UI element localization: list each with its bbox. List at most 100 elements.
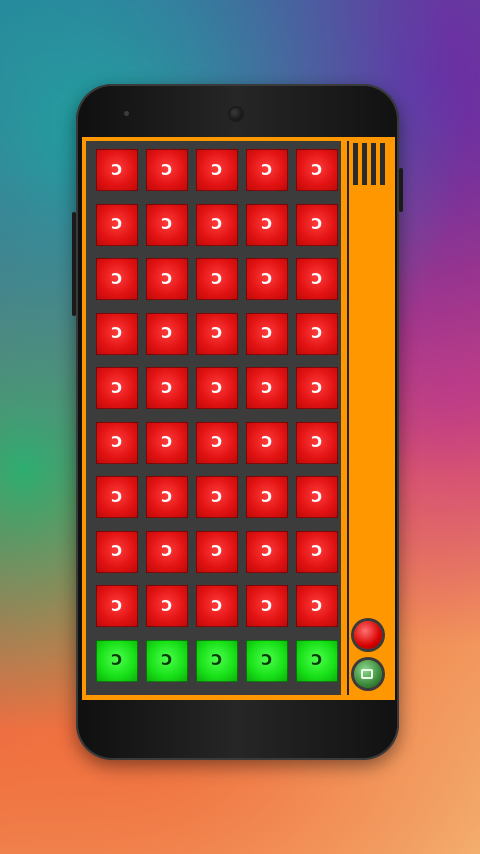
pad-label: C [311,596,323,615]
pad-button[interactable]: C [196,585,238,627]
pad-button[interactable]: C [146,367,188,409]
pad-button[interactable]: C [96,203,138,246]
pad-button[interactable]: C [246,585,288,627]
app-screen: C C C C C C C C C C C C C C C C C C C C C C C C C C C C C C C C C C C C C C C C… [82,137,395,700]
pad-label: C [311,269,323,288]
pad-label: C [111,324,123,342]
pad-button[interactable]: C [146,312,188,355]
pad-button[interactable]: C [196,312,238,355]
pad-label: C [261,487,273,506]
record-button[interactable] [354,621,382,649]
pad-button[interactable]: C [146,421,188,464]
pad-label: C [161,215,173,233]
pad-label: C [211,160,223,179]
power-button [399,168,403,212]
pad-button[interactable]: C [96,639,138,682]
pad-label: C [111,487,123,506]
pad-button[interactable]: C [96,585,138,627]
pad-label: C [161,433,173,451]
pad-button[interactable]: C [296,312,338,355]
pad-button[interactable]: C [96,312,138,355]
pad-button[interactable]: C [196,149,238,191]
pad-label: C [161,324,173,342]
pad-label: C [211,324,223,342]
pad-label: C [161,269,173,288]
pad-button[interactable]: C [146,258,188,300]
pad-label: C [261,651,273,669]
pad-label: C [111,651,123,669]
pad-button[interactable]: C [196,367,238,409]
pad-label: C [261,160,273,179]
pad-button[interactable]: C [96,421,138,464]
pad-button[interactable]: C [146,585,188,627]
pad-button[interactable]: C [196,258,238,300]
pad-label: C [261,269,273,288]
pad-label: C [111,433,123,451]
pad-button[interactable]: C [96,258,138,300]
volume-button [72,212,76,316]
pad-button[interactable]: C [146,149,188,191]
pad-label: C [211,542,223,560]
pad-label: C [261,542,273,560]
pad-button[interactable]: C [246,367,288,409]
pad-button[interactable]: C [96,367,138,409]
pad-label: C [211,651,223,669]
pad-button[interactable]: C [196,639,238,682]
pad-button[interactable]: C [96,476,138,518]
menu-bars-icon[interactable] [353,143,385,185]
pad-button[interactable]: C [196,530,238,573]
pad-label: C [211,269,223,288]
pad-grid: C C C C C C C C C C C C C C C C C C C C C C C C C C C C C C C C C C C C C C C C… [86,141,341,695]
pad-button[interactable]: C [246,149,288,191]
play-button[interactable] [354,660,382,688]
pad-button[interactable]: C [96,149,138,191]
pad-button[interactable]: C [296,639,338,682]
pad-button[interactable]: C [96,530,138,573]
pad-label: C [161,160,173,179]
pad-button[interactable]: C [196,203,238,246]
pad-button[interactable]: C [146,476,188,518]
pad-label: C [261,215,273,233]
pad-button[interactable]: C [196,476,238,518]
pad-label: C [211,433,223,451]
pad-label: C [111,269,123,288]
pad-label: C [111,215,123,233]
pad-label: C [211,378,223,397]
pad-label: C [311,215,323,233]
pad-label: C [311,160,323,179]
pad-button[interactable]: C [246,312,288,355]
pad-label: C [261,433,273,451]
pad-label: C [111,596,123,615]
pad-button[interactable]: C [246,258,288,300]
pad-button[interactable]: C [296,149,338,191]
pad-button[interactable]: C [146,639,188,682]
pad-button[interactable]: C [246,476,288,518]
pad-label: C [111,160,123,179]
pad-button[interactable]: C [296,203,338,246]
pad-label: C [161,487,173,506]
pad-label: C [161,596,173,615]
pad-label: C [111,542,123,560]
pad-button[interactable]: C [246,203,288,246]
pad-button[interactable]: C [296,530,338,573]
pad-button[interactable]: C [246,421,288,464]
pad-label: C [211,215,223,233]
pad-button[interactable]: C [296,476,338,518]
pad-button[interactable]: C [296,421,338,464]
pad-label: C [311,433,323,451]
pad-button[interactable]: C [296,585,338,627]
play-icon [361,669,373,679]
pad-label: C [261,324,273,342]
pad-button[interactable]: C [296,367,338,409]
pad-label: C [261,378,273,397]
pad-button[interactable]: C [196,421,238,464]
pad-button[interactable]: C [296,258,338,300]
pad-button[interactable]: C [146,203,188,246]
pad-button[interactable]: C [246,639,288,682]
pad-label: C [111,378,123,397]
pad-button[interactable]: C [246,530,288,573]
side-panel [347,141,389,695]
pad-button[interactable]: C [146,530,188,573]
pad-label: C [311,542,323,560]
phone-frame: C C C C C C C C C C C C C C C C C C C C C C C C C C C C C C C C C C C C C C C C… [72,84,403,760]
